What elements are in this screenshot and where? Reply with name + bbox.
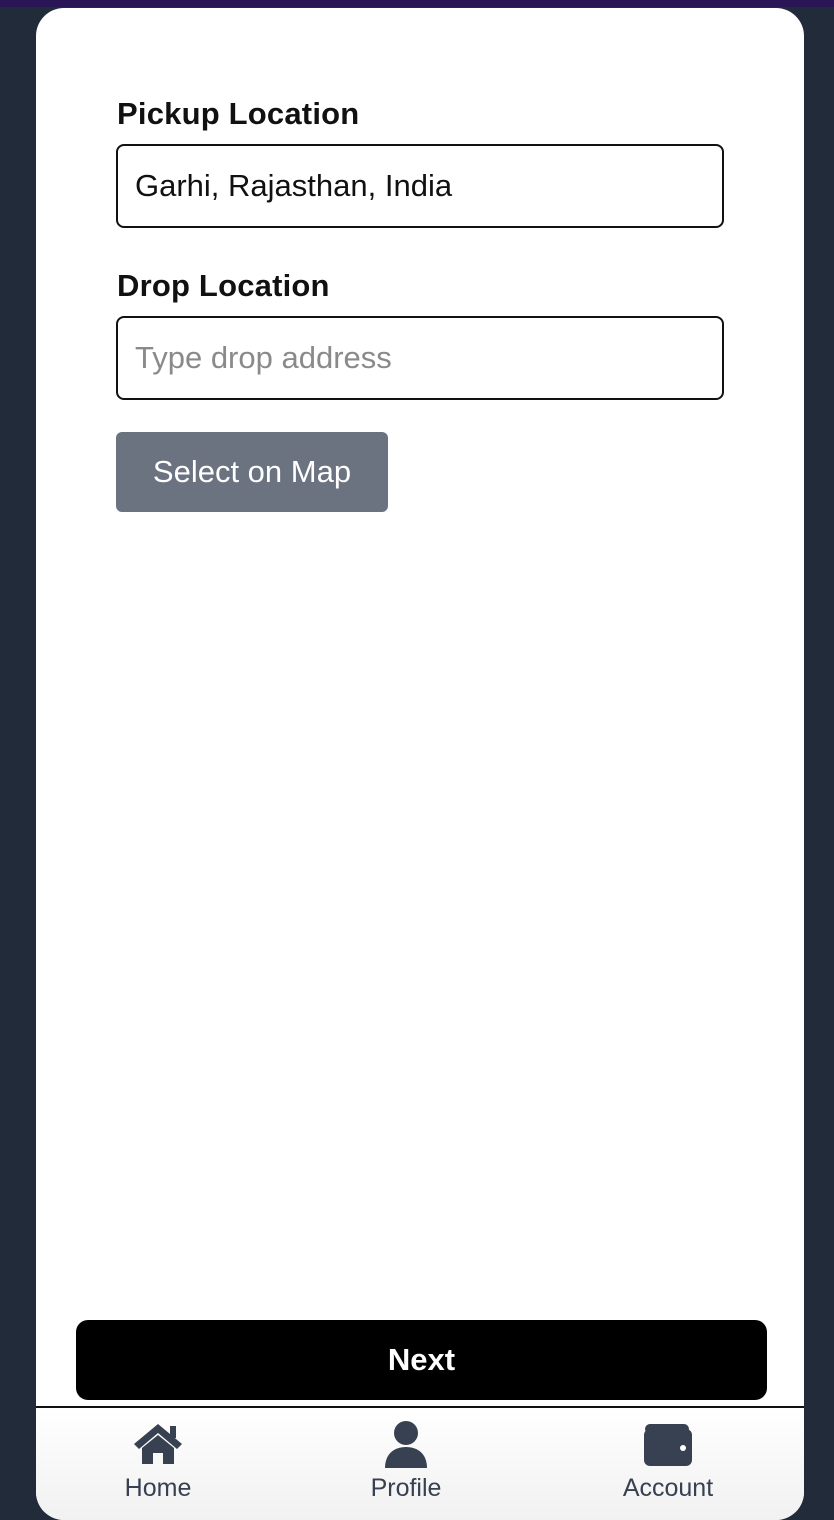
home-icon (134, 1424, 182, 1464)
nav-account-label: Account (622, 1474, 714, 1502)
drop-location-input[interactable] (116, 316, 724, 400)
ride-form-card: Pickup Location Drop Location Select on … (36, 8, 804, 1520)
next-button[interactable]: Next (76, 1320, 767, 1400)
bottom-navigation: Home Profile Account (36, 1406, 804, 1520)
drop-location-label: Drop Location (117, 268, 330, 303)
pickup-location-input[interactable] (116, 144, 724, 228)
nav-profile-label: Profile (370, 1474, 442, 1502)
user-icon (385, 1421, 427, 1468)
nav-home-label: Home (124, 1474, 192, 1502)
nav-item-home[interactable]: Home (78, 1420, 238, 1510)
nav-item-account[interactable]: Account (588, 1420, 748, 1510)
pickup-location-label: Pickup Location (117, 96, 360, 131)
wallet-icon (644, 1424, 692, 1466)
nav-item-profile[interactable]: Profile (326, 1420, 486, 1510)
select-on-map-button[interactable]: Select on Map (116, 432, 388, 512)
top-strip (0, 0, 834, 7)
